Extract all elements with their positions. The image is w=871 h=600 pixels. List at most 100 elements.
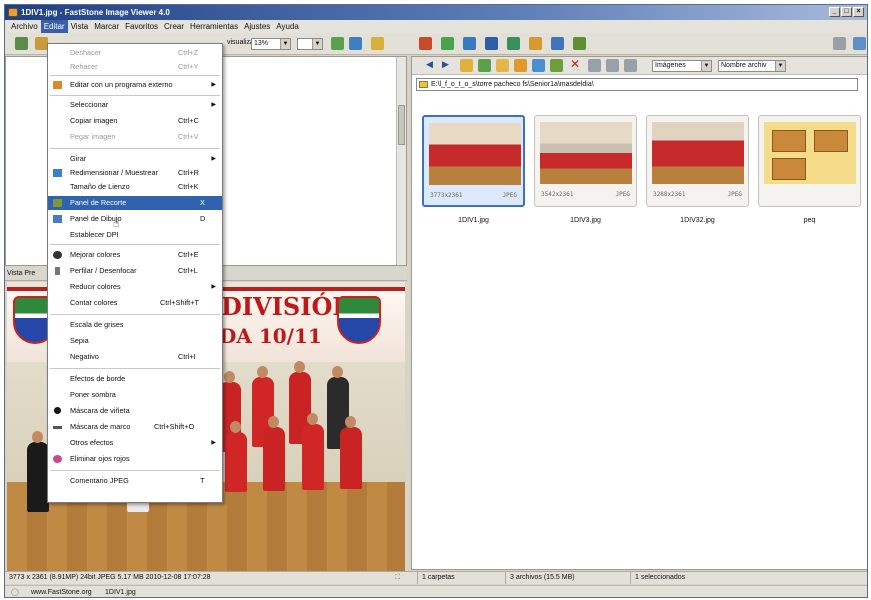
- browser-toolbar: ◀ ▶ ✕ Imágenes ▼ Nombre archiv ▼: [412, 57, 867, 75]
- folder-name[interactable]: peq: [758, 217, 861, 224]
- status-bar-2: ◯ www.FastStone.org 1DIV1.jpg: [5, 585, 867, 597]
- menu-item-deshacer[interactable]: Deshacer Ctrl+Z: [48, 46, 222, 60]
- menu-item-copiar-imagen[interactable]: Copiar imagen Ctrl+C: [48, 114, 222, 128]
- menu-item-contar-colores[interactable]: Contar colores Ctrl+Shift+T: [48, 296, 222, 310]
- fit-select[interactable]: ▼: [297, 38, 323, 50]
- thumb-filename[interactable]: 1DIV1.jpg: [422, 217, 525, 224]
- menu-item-escala-grises[interactable]: Escala de grises: [48, 318, 222, 332]
- menu-editar[interactable]: Editar: [40, 20, 68, 33]
- menu-item-otros-efectos[interactable]: Otros efectos ▶: [48, 436, 222, 450]
- slideshow-icon[interactable]: [419, 37, 432, 50]
- thumbnail-image: [540, 122, 632, 184]
- menu-herramientas[interactable]: Herramientas: [187, 20, 241, 33]
- copy-icon[interactable]: [532, 59, 545, 72]
- menu-item-seleccionar[interactable]: Seleccionar ▶: [48, 98, 222, 112]
- thumb-filename[interactable]: 1DIV3.jpg: [534, 217, 637, 224]
- submenu-arrow-icon: ▶: [211, 156, 216, 162]
- path-text: E:\l_f_o_t_o_s\torre pacheco fs\Senior1a…: [431, 81, 594, 88]
- email-icon[interactable]: [463, 37, 476, 50]
- menu-ayuda[interactable]: Ayuda: [273, 20, 302, 33]
- refresh-icon[interactable]: [478, 59, 491, 72]
- browser-pane: ◀ ▶ ✕ Imágenes ▼ Nombre archiv ▼ E:\l_f_o_…: [411, 56, 867, 570]
- folder-up-icon[interactable]: [460, 59, 473, 72]
- menu-item-redimensionar[interactable]: Redimensionar / Muestrear Ctrl+R: [48, 166, 222, 180]
- faststone-logo-icon: ◯: [11, 589, 19, 596]
- delete-icon[interactable]: ✕: [570, 57, 580, 71]
- thumb-filename[interactable]: 1DIV32.jpg: [646, 217, 749, 224]
- menu-item-pegar-imagen[interactable]: Pegar imagen Ctrl+V: [48, 130, 222, 144]
- sort-select[interactable]: Nombre archiv ▼: [718, 60, 786, 72]
- thumbnail-2[interactable]: 3542x2361 JPEG: [534, 115, 637, 207]
- editar-dropdown-menu: Deshacer Ctrl+Z Rehacer Ctrl+Y Editar con …: [47, 43, 223, 503]
- layout-icon[interactable]: [833, 37, 846, 50]
- chevron-down-icon: ▼: [312, 39, 322, 49]
- thumbnail-4[interactable]: [758, 115, 861, 207]
- thumb-type: JPEG: [502, 192, 517, 199]
- menu-item-panel-dibujo[interactable]: Panel de Dibujo D: [48, 212, 222, 226]
- menu-item-mascara-vineta[interactable]: Máscara de viñeta: [48, 404, 222, 418]
- menu-item-comentario-jpeg[interactable]: Comentario JPEG T: [48, 474, 222, 488]
- sharpen-icon: [55, 267, 60, 275]
- folder-count: 1 carpetas: [417, 572, 487, 584]
- view-thumbs-icon[interactable]: [588, 59, 601, 72]
- compare-icon[interactable]: [441, 37, 454, 50]
- view-list-icon[interactable]: [624, 59, 637, 72]
- favorites-icon[interactable]: [514, 59, 527, 72]
- menu-marcar[interactable]: Marcar: [91, 20, 122, 33]
- menu-item-perfilar[interactable]: Perfilar / Desenfocar Ctrl+L: [48, 264, 222, 278]
- menu-item-rehacer[interactable]: Rehacer Ctrl+Y: [48, 60, 222, 74]
- menu-favoritos[interactable]: Favoritos: [122, 20, 161, 33]
- external-editor-icon: [53, 81, 62, 89]
- forward-icon[interactable]: ▶: [442, 59, 449, 70]
- resize-icon[interactable]: [485, 37, 498, 50]
- menu-item-tamano-lienzo[interactable]: Tamaño de Lienzo Ctrl+K: [48, 180, 222, 194]
- menu-crear[interactable]: Crear: [161, 20, 187, 33]
- new-folder-icon[interactable]: [496, 59, 509, 72]
- menu-item-ojos-rojos[interactable]: Eliminar ojos rojos: [48, 452, 222, 466]
- rotate-left-icon[interactable]: [331, 37, 344, 50]
- folder-scrollbar[interactable]: [396, 57, 406, 265]
- move-icon[interactable]: [550, 59, 563, 72]
- maximize-button[interactable]: □: [841, 7, 852, 17]
- mouse-cursor-icon: ☝: [113, 218, 120, 230]
- view-details-icon[interactable]: [606, 59, 619, 72]
- menu-item-negativo[interactable]: Negativo Ctrl+I: [48, 350, 222, 364]
- menu-item-establecer-dpi[interactable]: Establecer DPI: [48, 228, 222, 242]
- banner-text: DIVISIÓN: [221, 292, 355, 321]
- menu-item-girar[interactable]: Girar ▶: [48, 152, 222, 166]
- thumb-type: JPEG: [727, 191, 742, 198]
- menu-item-panel-recorte[interactable]: Panel de Recorte X: [48, 196, 222, 210]
- close-button[interactable]: ×: [853, 7, 864, 17]
- menu-item-sepia[interactable]: Sepia: [48, 334, 222, 348]
- scroll-thumb[interactable]: [398, 105, 405, 145]
- menu-vista[interactable]: Vista: [68, 20, 92, 33]
- fullscreen-icon[interactable]: [853, 37, 866, 50]
- menu-item-poner-sombra[interactable]: Poner sombra: [48, 388, 222, 402]
- menu-item-mascara-marco[interactable]: Máscara de marco Ctrl+Shift+O: [48, 420, 222, 434]
- color-wheel-icon: [53, 251, 62, 259]
- path-bar[interactable]: E:\l_f_o_t_o_s\torre pacheco fs\Senior1a…: [416, 78, 858, 91]
- minimize-button[interactable]: _: [829, 7, 840, 17]
- fit-icon[interactable]: ⛶: [395, 572, 400, 584]
- scanner-icon[interactable]: [573, 37, 586, 50]
- thumbnail-1[interactable]: 3773x2361 JPEG: [422, 115, 525, 207]
- batch-icon[interactable]: [507, 37, 520, 50]
- menu-archivo[interactable]: Archivo: [8, 20, 41, 33]
- thumb-dims: 3288x2361: [653, 191, 686, 198]
- menu-item-reducir-colores[interactable]: Reducir colores ▶: [48, 280, 222, 294]
- rotate-right-icon[interactable]: [349, 37, 362, 50]
- menu-item-mejorar-colores[interactable]: Mejorar colores Ctrl+E: [48, 248, 222, 262]
- menu-ajustes[interactable]: Ajustes: [241, 20, 273, 33]
- menu-item-editar-externo[interactable]: Editar con un programa externo ▶: [48, 78, 222, 92]
- chevron-down-icon: ▼: [775, 61, 785, 71]
- browser-mode-icon[interactable]: [15, 37, 28, 50]
- zoom-select[interactable]: 13% ▼: [251, 38, 291, 50]
- menu-bar: Archivo Editar Vista Marcar Favoritos Cr…: [5, 20, 867, 33]
- thumbnail-3[interactable]: 3288x2361 JPEG: [646, 115, 749, 207]
- menu-item-efectos-borde[interactable]: Efectos de borde: [48, 372, 222, 386]
- back-icon[interactable]: ◀: [426, 59, 433, 70]
- up-folder-icon[interactable]: [371, 37, 384, 50]
- filter-select[interactable]: Imágenes ▼: [652, 60, 712, 72]
- print-icon[interactable]: [551, 37, 564, 50]
- lock-icon[interactable]: [529, 37, 542, 50]
